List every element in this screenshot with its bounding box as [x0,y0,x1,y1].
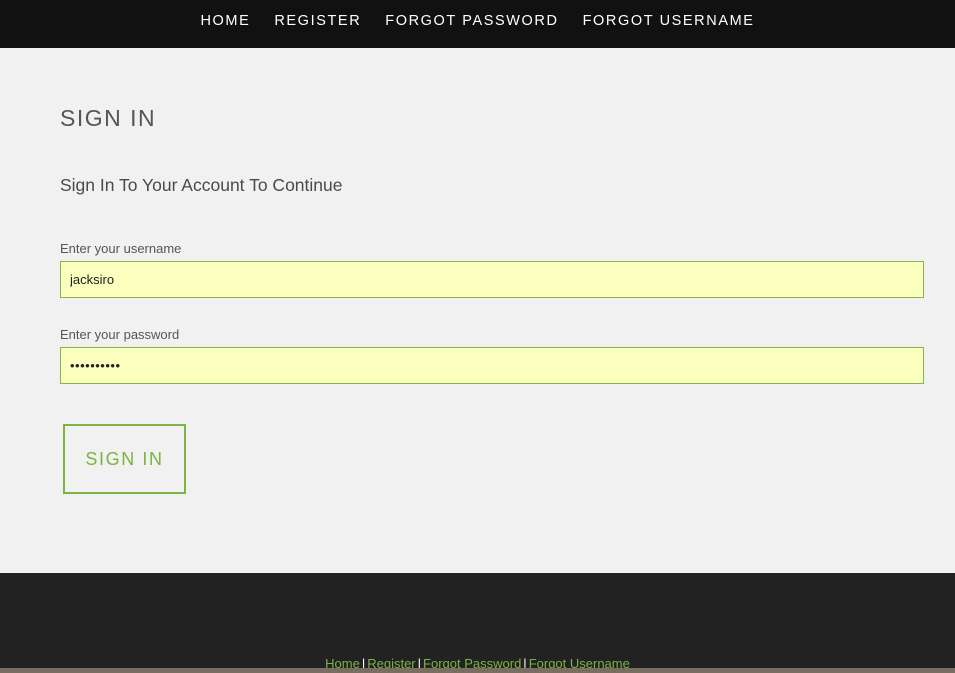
sign-in-section: SIGN IN Sign In To Your Account To Conti… [0,48,955,573]
bottom-edge-strip [0,668,955,673]
nav-register-link[interactable]: REGISTER [274,13,361,29]
nav-home-link[interactable]: HOME [200,13,250,29]
page-title: SIGN IN [60,105,157,131]
username-label: Enter your username [60,241,182,256]
footer: Home | Register | Forgot Password | Forgot Use… [0,573,955,673]
username-input[interactable] [60,261,924,298]
page-subtitle: Sign In To Your Account To Continue [60,175,343,195]
sign-in-button[interactable]: SIGN IN [63,424,186,494]
nav-forgot-password-link[interactable]: FORGOT PASSWORD [385,13,558,29]
password-label: Enter your password [60,327,180,342]
password-input[interactable] [60,347,924,384]
top-navigation: HOME REGISTER FORGOT PASSWORD FORGOT USE… [0,0,955,48]
nav-forgot-username-link[interactable]: FORGOT USERNAME [583,13,755,29]
